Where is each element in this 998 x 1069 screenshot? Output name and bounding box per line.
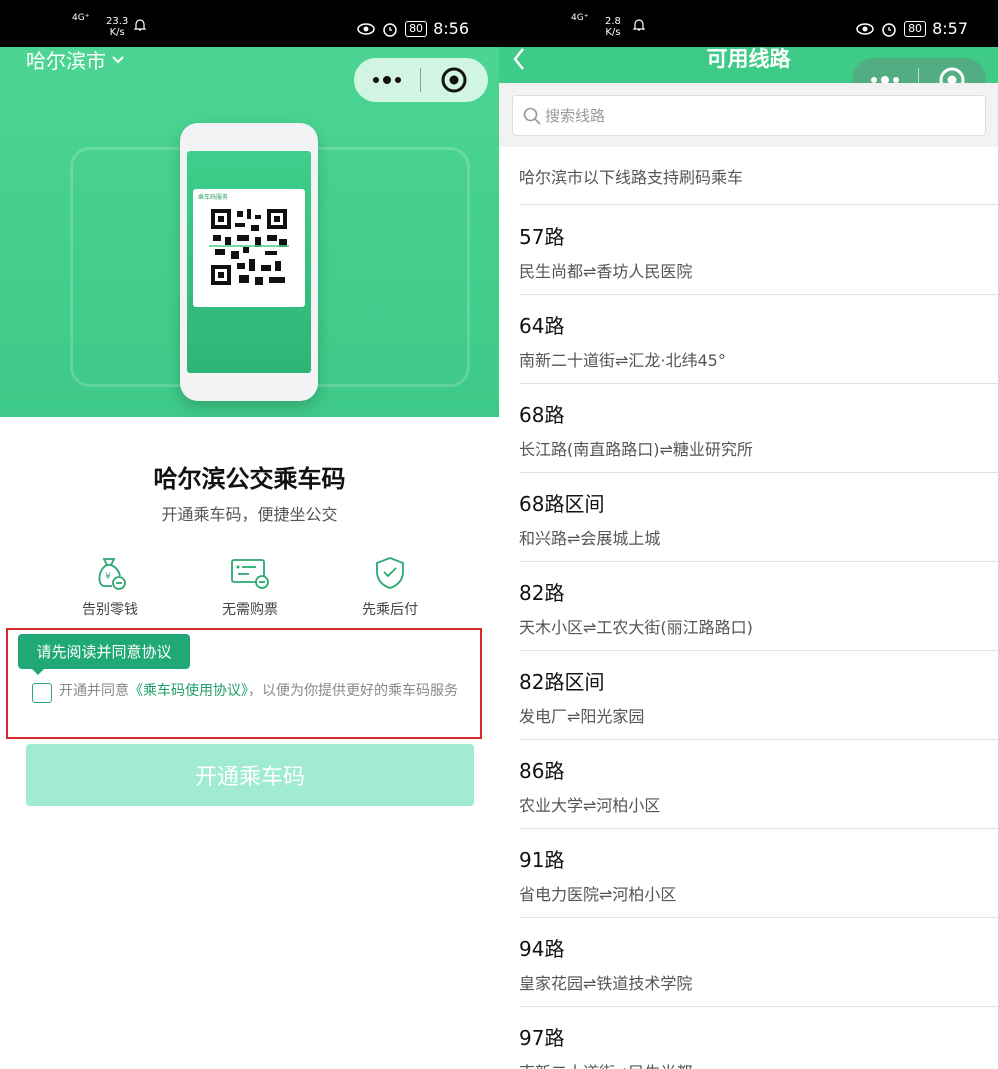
page-subtitle: 开通乘车码，便捷坐公交 — [161, 505, 338, 524]
battery-indicator: 80 — [904, 20, 927, 37]
alarm-icon — [882, 22, 896, 37]
network-indicator: 4G⁺ — [72, 13, 90, 23]
city-selector[interactable]: 哈尔滨市 — [26, 47, 124, 74]
feature-item: ¥ 告别零钱 — [50, 555, 170, 619]
agreement-checkbox[interactable] — [32, 683, 52, 703]
search-input[interactable] — [545, 96, 965, 135]
route-stops: 天木小区⇌工农大街(丽江路路口) — [519, 618, 753, 637]
route-item[interactable]: 94路皇家花园⇌铁道技术学院 — [519, 918, 998, 1007]
route-stops: 和兴路⇌会展城上城 — [519, 529, 661, 548]
feature-label: 无需购票 — [222, 602, 278, 618]
search-box[interactable] — [512, 95, 986, 136]
mini-program-capsule — [354, 58, 488, 102]
route-item[interactable]: 97路南新二十道街⇌民生尚都 — [519, 1007, 998, 1069]
qr-code-icon — [209, 207, 289, 287]
shield-check-icon — [376, 557, 404, 589]
status-right: 80 8:56 — [357, 19, 469, 38]
route-stops: 发电厂⇌阳光家园 — [519, 707, 645, 726]
network-indicator: 4G⁺ — [571, 13, 589, 23]
clock: 8:57 — [932, 19, 968, 38]
feature-label: 先乘后付 — [362, 602, 418, 618]
route-item[interactable]: 91路省电力医院⇌河柏小区 — [519, 829, 998, 918]
money-bag-icon: ¥ — [98, 558, 126, 590]
feature-item: 先乘后付 — [330, 555, 450, 619]
route-stops: 农业大学⇌河柏小区 — [519, 796, 661, 815]
route-name: 86路 — [519, 759, 565, 783]
feature-label: 告别零钱 — [82, 602, 138, 618]
eye-icon — [856, 22, 874, 35]
agreement-row: 开通并同意《乘车码使用协议》，以便为你提供更好的乘车码服务 — [30, 681, 470, 703]
agreement-suffix: ，以便为你提供更好的乘车码服务 — [248, 683, 458, 699]
route-name: 68路 — [519, 403, 565, 427]
route-item[interactable]: 68路区间和兴路⇌会展城上城 — [519, 473, 998, 562]
more-button[interactable] — [354, 58, 420, 102]
agreement-prefix: 开通并同意 — [59, 683, 129, 699]
clock: 8:56 — [433, 19, 469, 38]
route-list: 57路民生尚都⇌香坊人民医院 64路南新二十道街⇌汇龙·北纬45° 68路长江路… — [519, 206, 998, 1069]
route-item[interactable]: 82路天木小区⇌工农大街(丽江路路口) — [519, 562, 998, 651]
route-name: 64路 — [519, 314, 565, 338]
route-name: 94路 — [519, 937, 565, 961]
route-stops: 省电力医院⇌河柏小区 — [519, 885, 677, 904]
route-name: 82路区间 — [519, 670, 605, 694]
status-bar: 4G⁺ 23.3 K/s 80 8:56 — [0, 0, 499, 47]
route-item[interactable]: 64路南新二十道街⇌汇龙·北纬45° — [519, 295, 998, 384]
eye-icon — [357, 22, 375, 35]
route-stops: 南新二十道街⇌汇龙·北纬45° — [519, 351, 726, 370]
list-header: 哈尔滨市以下线路支持刷码乘车 — [519, 147, 998, 205]
route-item[interactable]: 86路农业大学⇌河柏小区 — [519, 740, 998, 829]
speed-unit: K/s — [605, 27, 621, 38]
route-item[interactable]: 82路区间发电厂⇌阳光家园 — [519, 651, 998, 740]
route-item[interactable]: 68路长江路(南直路路口)⇌糖业研究所 — [519, 384, 998, 473]
feature-item: 无需购票 — [190, 555, 310, 619]
speed-value: 23.3 — [106, 16, 129, 27]
qr-card: 乘车码服务 — [193, 189, 305, 307]
right-screen: 4G⁺ 2.8 K/s 80 8:57 可用线路 搜索线路 哈尔滨市以下线路支持… — [499, 0, 998, 1069]
page-title: 哈尔滨公交乘车码 — [153, 465, 346, 493]
agreement-tooltip: 请先阅读并同意协议 — [18, 634, 190, 675]
close-program-button[interactable] — [421, 58, 487, 102]
search-bar — [499, 83, 998, 147]
route-name: 57路 — [519, 225, 565, 249]
route-stops: 长江路(南直路路口)⇌糖业研究所 — [519, 440, 753, 459]
route-item[interactable]: 57路民生尚都⇌香坊人民医院 — [519, 206, 998, 295]
route-name: 68路区间 — [519, 492, 605, 516]
status-right: 80 8:57 — [856, 19, 968, 38]
chevron-down-icon — [112, 55, 124, 63]
network-speed: 23.3 K/s — [106, 16, 128, 38]
speed-unit: K/s — [109, 27, 125, 38]
left-screen: 4G⁺ 23.3 K/s 80 8:56 哈尔滨市 乘车码服务 哈尔滨公交乘车码… — [0, 0, 499, 1069]
open-ride-code-button[interactable]: 开通乘车码 — [26, 744, 474, 806]
main-content: 哈尔滨公交乘车码 开通乘车码，便捷坐公交 ¥ 告别零钱 无需购票 先乘后付 请先… — [0, 417, 499, 1069]
svg-text:¥: ¥ — [105, 572, 111, 582]
agreement-text: 开通并同意《乘车码使用协议》，以便为你提供更好的乘车码服务 — [30, 681, 470, 702]
route-name: 82路 — [519, 581, 565, 605]
agreement-link[interactable]: 《乘车码使用协议》 — [129, 683, 248, 699]
alarm-icon — [383, 22, 397, 37]
more-dots-icon — [373, 76, 401, 84]
phone-screen: 乘车码服务 — [187, 151, 311, 373]
route-name: 97路 — [519, 1026, 565, 1050]
route-stops: 皇家花园⇌铁道技术学院 — [519, 974, 693, 993]
search-icon — [523, 107, 541, 125]
route-name: 91路 — [519, 848, 565, 872]
card-icon — [231, 559, 269, 589]
route-stops: 南新二十道街⇌民生尚都 — [519, 1059, 692, 1069]
speed-value: 2.8 — [605, 16, 621, 27]
phone-illustration: 乘车码服务 — [180, 123, 318, 401]
bell-icon — [632, 19, 646, 31]
qr-card-title: 乘车码服务 — [198, 194, 229, 201]
network-speed: 2.8 K/s — [605, 16, 621, 38]
city-name: 哈尔滨市 — [26, 49, 106, 73]
status-bar: 4G⁺ 2.8 K/s 80 8:57 — [499, 0, 998, 47]
bell-icon — [133, 19, 147, 31]
battery-indicator: 80 — [405, 20, 428, 37]
target-icon — [441, 67, 467, 93]
route-stops: 民生尚都⇌香坊人民医院 — [519, 262, 693, 281]
hero-banner: 哈尔滨市 乘车码服务 — [0, 47, 499, 417]
